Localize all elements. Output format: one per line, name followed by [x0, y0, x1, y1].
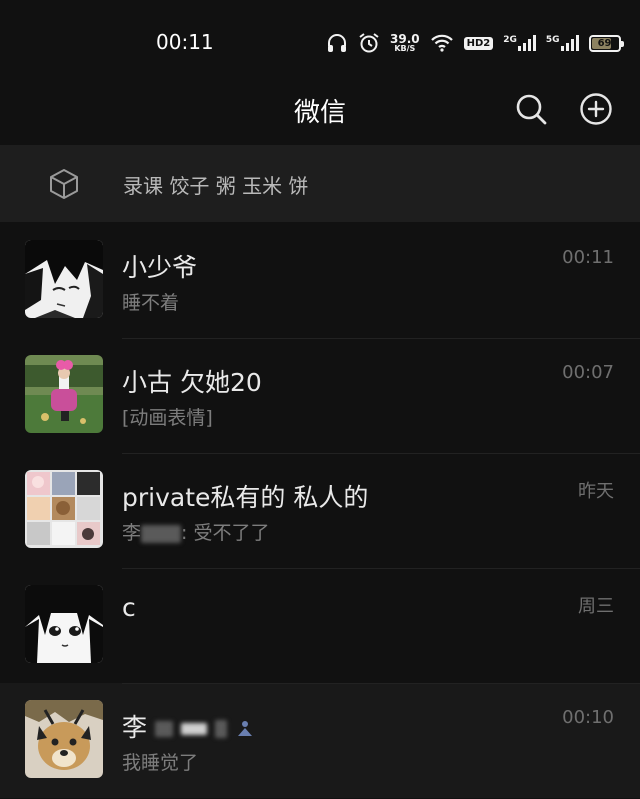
chat-name: private私有的 私人的 — [122, 483, 369, 512]
chat-time: 周三 — [578, 596, 614, 617]
preview-message: : 受不了了 — [181, 522, 270, 544]
chat-item[interactable]: private私有的 私人的 李 : 受不了了 昨天 — [0, 453, 640, 568]
headphones-icon — [326, 32, 348, 54]
chat-list: 小少爷 睡不着 00:11 小古 欠她20 [动画表情] 00:07 priva… — [0, 223, 640, 798]
status-time: 00:11 — [156, 30, 214, 54]
battery-icon: 69 — [588, 34, 624, 52]
chat-preview: [动画表情] — [122, 407, 213, 429]
app-header: 微信 — [0, 80, 640, 144]
chat-item[interactable]: c 周三 — [0, 568, 640, 683]
net-speed: 39.0 KB/S — [390, 33, 420, 53]
avatar — [25, 240, 103, 318]
chat-item[interactable]: 李 我睡觉了 00:10 — [0, 683, 640, 798]
chat-preview: 睡不着 — [122, 292, 180, 314]
alarm-icon — [358, 32, 380, 54]
signal-icon: 2G — [503, 35, 536, 51]
wifi-icon — [430, 33, 454, 53]
redacted-text — [214, 720, 227, 738]
status-icons: 39.0 KB/S HD2 2G 5G 69 — [326, 30, 624, 56]
chat-name: 小古 欠她20 — [122, 368, 262, 397]
avatar — [25, 355, 103, 433]
chat-time: 00:10 — [562, 707, 614, 728]
redacted-text — [154, 721, 173, 737]
cube-icon — [47, 167, 81, 201]
sim2-label: 5G — [545, 35, 560, 45]
pinned-status-bar[interactable]: 录课 饺子 粥 玉米 饼 — [0, 145, 640, 222]
status-bar: 00:11 39.0 KB/S HD2 2G 5G 69 — [0, 0, 640, 80]
chat-name: c — [122, 593, 136, 622]
search-button[interactable] — [514, 92, 548, 126]
chat-name-text: 李 — [122, 713, 148, 742]
net-speed-unit: KB/S — [394, 44, 416, 53]
chat-name: 小少爷 — [122, 253, 198, 282]
chat-time: 昨天 — [578, 481, 614, 502]
emoji-icon — [237, 721, 252, 736]
signal-icon: 5G — [546, 35, 579, 51]
group-avatar — [25, 470, 103, 548]
search-icon — [516, 94, 547, 125]
hd-voice-badge: HD2 — [463, 36, 494, 50]
chat-preview: 李 : 受不了了 — [122, 518, 269, 545]
add-icon — [580, 93, 612, 125]
chat-item[interactable]: 小古 欠她20 [动画表情] 00:07 — [0, 338, 640, 453]
preview-sender: 李 — [122, 522, 142, 544]
avatar — [25, 700, 103, 778]
chat-preview: 我睡觉了 — [122, 752, 199, 774]
redacted-text — [141, 524, 182, 543]
battery-level: 69 — [597, 37, 612, 49]
chat-time: 00:11 — [562, 247, 614, 268]
avatar — [25, 585, 103, 663]
sim1-label: 2G — [503, 35, 517, 45]
chat-name: 李 — [122, 708, 255, 744]
pinned-status-text: 录课 饺子 粥 玉米 饼 — [123, 174, 309, 198]
redacted-text — [180, 723, 207, 735]
chat-time: 00:07 — [562, 362, 614, 383]
add-button[interactable] — [579, 92, 613, 126]
chat-item[interactable]: 小少爷 睡不着 00:11 — [0, 223, 640, 338]
